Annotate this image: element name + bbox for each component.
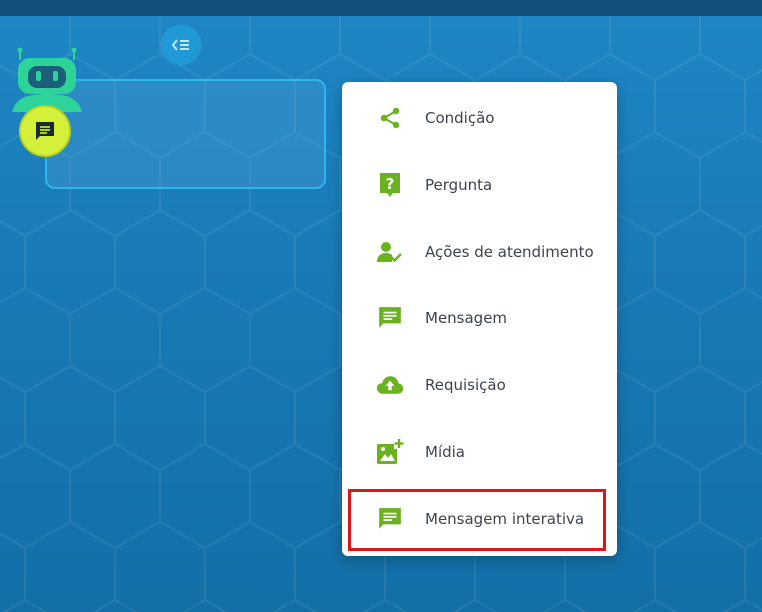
share-icon	[376, 104, 404, 132]
node-message-badge	[19, 105, 71, 157]
menu-item-requisicao[interactable]: Requisição	[342, 360, 617, 410]
cloud-upload-icon	[376, 371, 404, 399]
message-icon	[376, 304, 404, 332]
menu-item-label: Pergunta	[425, 176, 493, 194]
svg-text:?: ?	[386, 175, 395, 193]
menu-item-pergunta[interactable]: ? Pergunta	[342, 160, 617, 210]
menu-item-midia[interactable]: Mídia	[342, 427, 617, 477]
question-icon: ?	[376, 171, 404, 199]
top-bar	[0, 0, 762, 16]
menu-item-label: Condição	[425, 109, 495, 127]
message-icon	[36, 122, 54, 140]
add-node-menu: Condição ? Pergunta Ações de atendimento	[342, 82, 617, 556]
flow-node-card[interactable]	[45, 79, 326, 189]
menu-item-condicao[interactable]: Condição	[342, 93, 617, 143]
collapse-list-icon	[171, 39, 189, 51]
message-icon	[376, 505, 404, 533]
menu-item-label: Mensagem	[425, 309, 508, 327]
menu-item-mensagem-interativa[interactable]: Mensagem interativa	[342, 494, 617, 544]
menu-item-acoes-de-atendimento[interactable]: Ações de atendimento	[342, 227, 617, 277]
menu-item-label: Ações de atendimento	[425, 243, 594, 261]
menu-item-mensagem[interactable]: Mensagem	[342, 293, 617, 343]
menu-item-label: Mensagem interativa	[425, 510, 585, 528]
person-check-icon	[376, 238, 404, 266]
menu-item-label: Mídia	[425, 443, 465, 461]
menu-item-label: Requisição	[425, 376, 506, 394]
collapse-panel-button[interactable]	[161, 25, 201, 65]
add-image-icon	[376, 438, 404, 466]
